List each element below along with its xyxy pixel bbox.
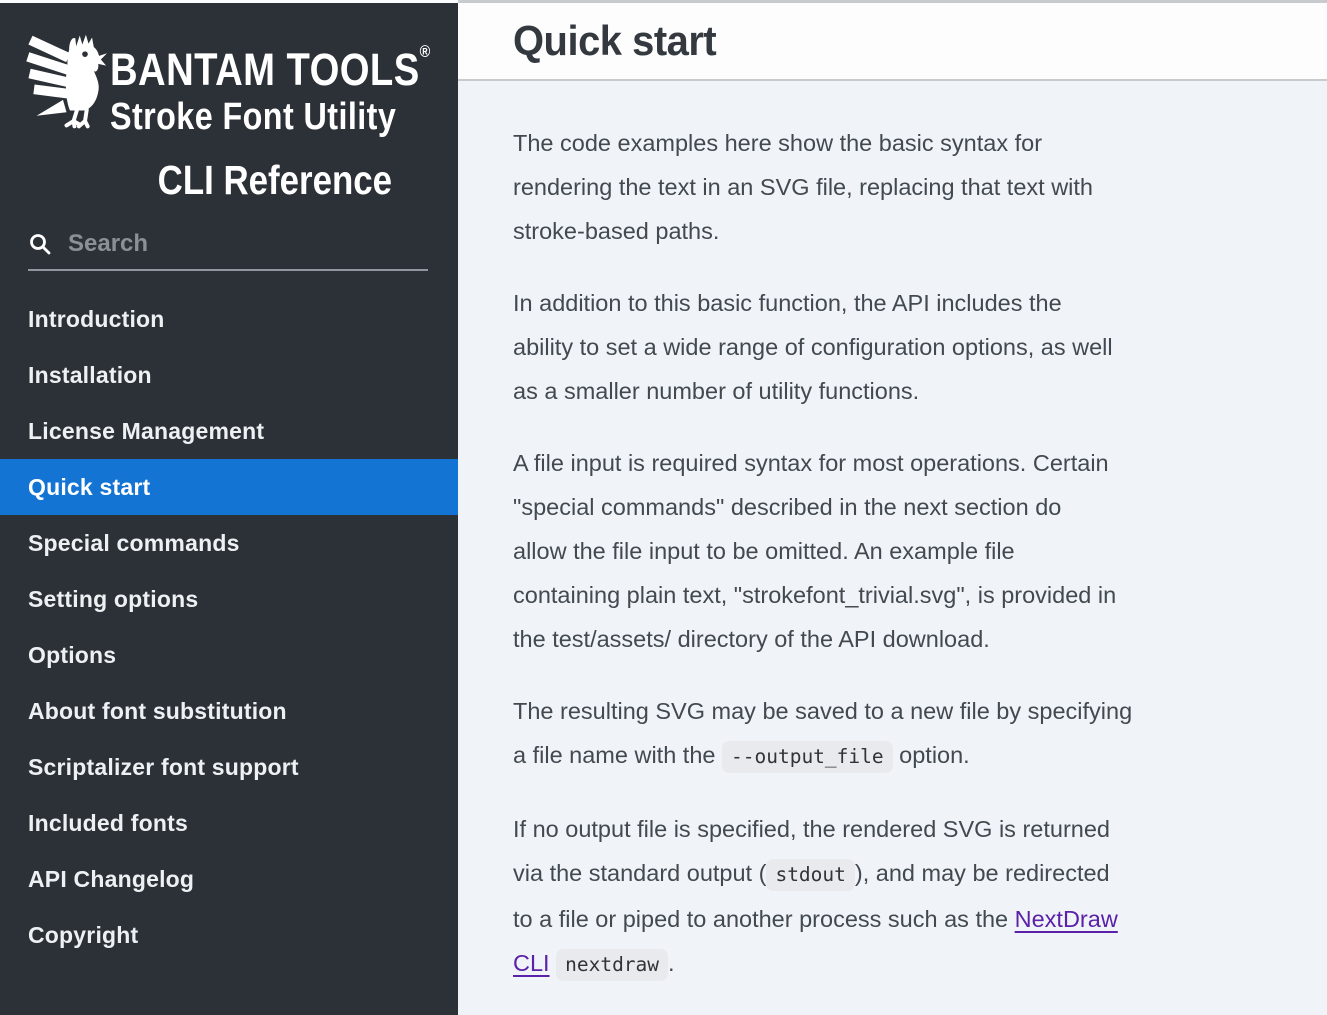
brand-title: BANTAM TOOLS® <box>110 27 440 95</box>
brand-masthead: BANTAM TOOLS® Stroke Font Utility CLI Re… <box>0 3 458 215</box>
sidebar-item-setting-options[interactable]: Setting options <box>0 571 458 627</box>
sidebar-nav: IntroductionInstallationLicense Manageme… <box>0 291 458 963</box>
paragraph: A file input is required syntax for most… <box>513 441 1277 661</box>
sidebar-item-included-fonts[interactable]: Included fonts <box>0 795 458 851</box>
registered-mark: ® <box>420 42 431 61</box>
paragraph: If no output file is specified, the rend… <box>513 807 1277 987</box>
inline-code: nextdraw <box>556 949 668 981</box>
search-input[interactable] <box>68 230 428 258</box>
sidebar-item-copyright[interactable]: Copyright <box>0 907 458 963</box>
paragraph: The code examples here show the basic sy… <box>513 121 1277 253</box>
paragraph: In addition to this basic function, the … <box>513 281 1277 413</box>
bantam-rooster-logo <box>19 27 107 135</box>
sidebar-item-special-commands[interactable]: Special commands <box>0 515 458 571</box>
sidebar-item-introduction[interactable]: Introduction <box>0 291 458 347</box>
page-header: Quick start <box>458 0 1327 81</box>
sidebar-item-license-management[interactable]: License Management <box>0 403 458 459</box>
page-content: The code examples here show the basic sy… <box>458 81 1327 1015</box>
sidebar-item-api-changelog[interactable]: API Changelog <box>0 851 458 907</box>
sidebar-item-options[interactable]: Options <box>0 627 458 683</box>
sidebar-item-quick-start[interactable]: Quick start <box>0 459 458 515</box>
brand-product: CLI Reference <box>110 157 440 203</box>
main-column: Quick start The code examples here show … <box>458 0 1327 1015</box>
sidebar: BANTAM TOOLS® Stroke Font Utility CLI Re… <box>0 0 458 1015</box>
search <box>28 227 428 271</box>
inline-code: stdout <box>766 859 854 891</box>
magnifier-icon <box>28 232 52 256</box>
brand-subtitle: Stroke Font Utility <box>110 95 440 139</box>
page-title: Quick start <box>513 17 716 65</box>
app: BANTAM TOOLS® Stroke Font Utility CLI Re… <box>0 0 1327 1015</box>
paragraph: The resulting SVG may be saved to a new … <box>513 689 1277 779</box>
brand-text: BANTAM TOOLS® Stroke Font Utility CLI Re… <box>110 27 440 203</box>
inline-code: --output_file <box>722 741 893 773</box>
sidebar-item-installation[interactable]: Installation <box>0 347 458 403</box>
sidebar-item-about-font-substitution[interactable]: About font substitution <box>0 683 458 739</box>
sidebar-item-scriptalizer-font-support[interactable]: Scriptalizer font support <box>0 739 458 795</box>
